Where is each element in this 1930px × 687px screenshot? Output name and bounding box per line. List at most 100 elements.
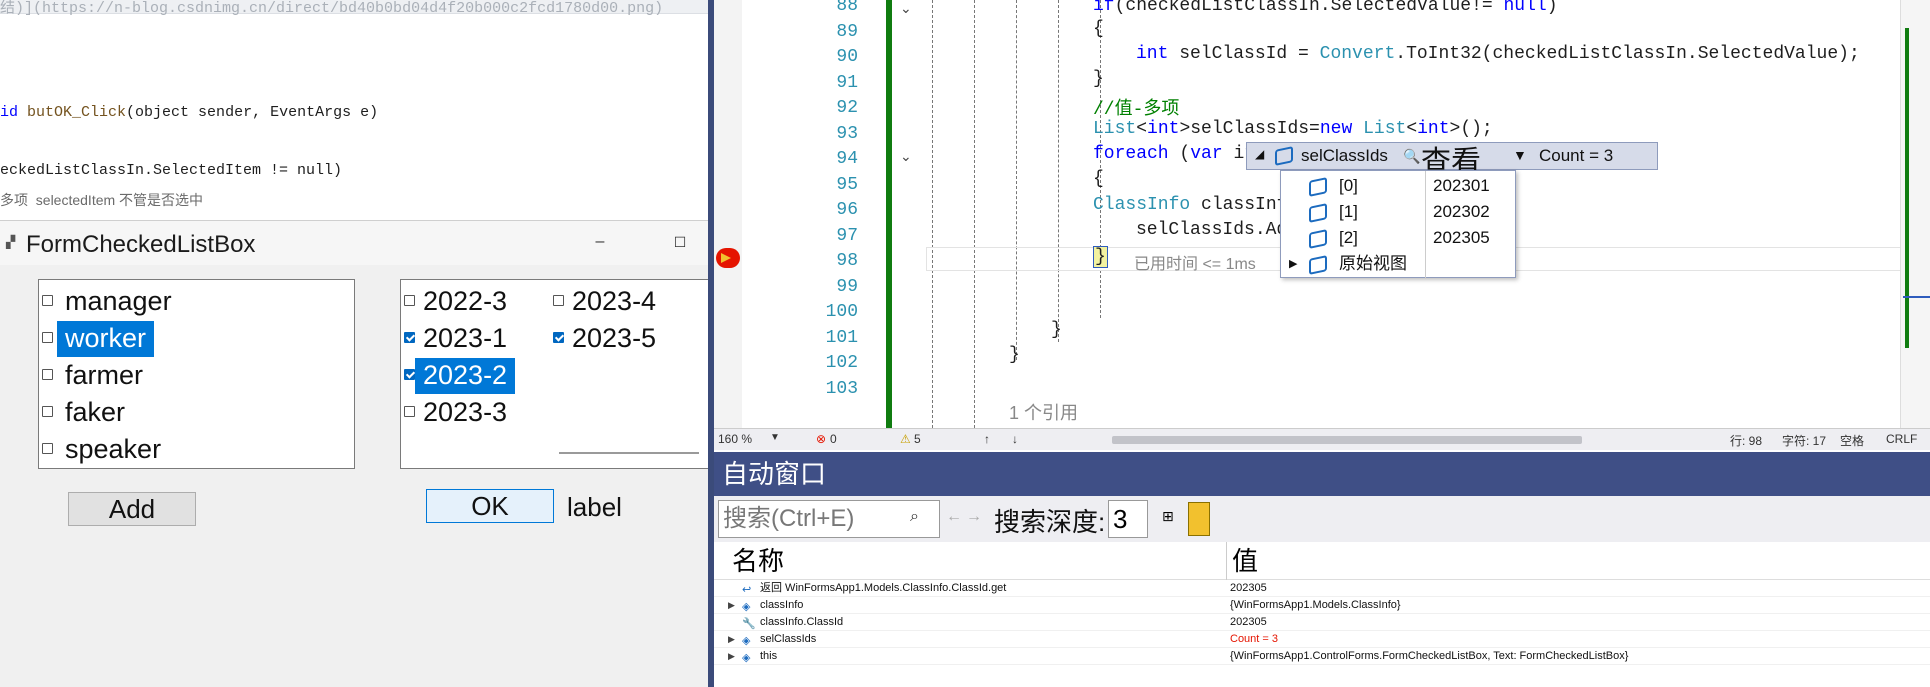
autos-row-name: 返回 WinFormsApp1.Models.ClassInfo.ClassId… xyxy=(760,582,1007,594)
autos-row-name: classInfo xyxy=(760,599,804,611)
dropdown-arrow-icon[interactable]: ▼ xyxy=(1513,147,1527,163)
object-icon xyxy=(1275,145,1293,166)
code-line-condition: eckedListClassIn.SelectedItem != null) xyxy=(0,162,343,179)
checkbox[interactable] xyxy=(42,295,53,306)
magnifier-icon[interactable]: 🔍 xyxy=(1403,148,1420,165)
line-number: 91 xyxy=(836,72,858,93)
datatip-item-value: 202302 xyxy=(1433,202,1490,221)
indent-guide xyxy=(1016,0,1017,360)
indent-guide xyxy=(932,0,933,428)
hex-display-icon[interactable] xyxy=(1188,502,1210,536)
checkbox[interactable] xyxy=(404,295,415,306)
line-number: 90 xyxy=(836,47,858,67)
line-number: 98 xyxy=(836,251,858,271)
method-params: (object sender, EventArgs e) xyxy=(126,104,379,121)
minimize-button[interactable]: – xyxy=(580,227,620,257)
search-depth-select[interactable]: 3 xyxy=(1108,500,1148,538)
keyword: id xyxy=(0,104,28,121)
codelens-references[interactable]: 1 个引用 xyxy=(1009,399,1078,425)
expand-arrow-icon[interactable]: ▶ xyxy=(728,648,735,665)
back-arrow-icon[interactable]: ← xyxy=(946,508,962,526)
autos-rows: ↩ 返回 WinFormsApp1.Models.ClassInfo.ClassI… xyxy=(714,580,1930,687)
horizontal-scrollbar[interactable] xyxy=(1112,436,1582,444)
vertical-scrollbar[interactable] xyxy=(1900,0,1930,428)
datatip-item-row[interactable]: [0] 202301 xyxy=(1281,173,1517,199)
line-number: 92 xyxy=(836,98,858,118)
collapse-chevron-icon[interactable]: ⌄ xyxy=(900,148,912,165)
autos-row[interactable]: ▶ ◈ selClassIds Count = 3 xyxy=(714,631,1930,648)
collapse-arrow-icon[interactable]: ◢ xyxy=(1255,147,1264,161)
checkbox[interactable] xyxy=(42,332,53,343)
nav-up-icon[interactable]: ↑ xyxy=(984,432,990,446)
indent-guide xyxy=(1058,0,1059,342)
expand-arrow-icon[interactable]: ▶ xyxy=(728,631,735,648)
zoom-level[interactable]: 160 % xyxy=(718,432,752,446)
search-input[interactable]: 搜索(Ctrl+E) xyxy=(718,500,940,538)
error-count[interactable]: 0 xyxy=(830,432,837,446)
checkbox[interactable] xyxy=(553,332,564,343)
column-value-header[interactable]: 值 xyxy=(1232,542,1258,580)
column-divider[interactable] xyxy=(1226,542,1227,580)
breakpoint-margin[interactable] xyxy=(714,0,742,430)
checkbox[interactable] xyxy=(404,406,415,417)
datatip-variable-name: selClassIds xyxy=(1301,146,1388,165)
markdown-url-bar: 结)](https://n-blog.csdnimg.cn/direct/bd4… xyxy=(0,0,708,17)
search-icon[interactable]: ⌕ xyxy=(910,508,919,526)
autos-row[interactable]: ▶ ◈ this {WinFormsApp1.ControlForms.FormChe… xyxy=(714,648,1930,665)
horizontal-scrollbar[interactable] xyxy=(559,452,699,454)
code-line-101: } xyxy=(1051,320,1062,340)
maximize-button[interactable]: ☐ xyxy=(660,227,700,257)
checkbox[interactable] xyxy=(42,369,53,380)
breakpoint-icon[interactable] xyxy=(716,248,740,268)
ok-button[interactable]: OK xyxy=(426,489,554,523)
form-titlebar[interactable]: ▞ FormCheckedListBox – ☐ xyxy=(0,221,708,265)
chevron-down-icon[interactable]: ▼ xyxy=(770,432,780,443)
warning-count[interactable]: 5 xyxy=(914,432,921,446)
autos-row[interactable]: ↩ 返回 WinFormsApp1.Models.ClassInfo.ClassI… xyxy=(714,580,1930,597)
autos-row-value[interactable]: {WinFormsApp1.Models.ClassInfo} xyxy=(1230,597,1401,614)
datatip-item-row[interactable]: [2] 202305 xyxy=(1281,225,1517,251)
datatip-raw-view-row[interactable]: ▶ 原始视图 xyxy=(1281,251,1517,277)
checkbox-label: worker xyxy=(57,321,155,357)
collapse-chevron-icon[interactable]: ⌄ xyxy=(900,0,912,17)
code-line-93: List<int>selClassIds=new List<int>(); xyxy=(1093,119,1493,139)
forward-arrow-icon[interactable]: → xyxy=(966,508,982,526)
expand-arrow-icon[interactable]: ▶ xyxy=(728,597,735,614)
autos-row-value[interactable]: 202305 xyxy=(1230,614,1267,631)
pin-icon[interactable]: ⊞ xyxy=(1162,508,1174,525)
cursor-line: 行: 98 xyxy=(1730,434,1763,448)
warning-icon[interactable]: ⚠ xyxy=(900,432,911,446)
nav-down-icon[interactable]: ↓ xyxy=(1012,432,1018,446)
autos-row[interactable]: 🔧 classInfo.ClassId 202305 xyxy=(714,614,1930,631)
add-button[interactable]: Add xyxy=(68,492,196,526)
autos-row[interactable]: ▶ ◈ classInfo {WinFormsApp1.Models.ClassInf… xyxy=(714,597,1930,614)
code-line-90: int selClassId = Convert.ToInt32(checked… xyxy=(1136,44,1860,64)
autos-row-value[interactable]: 202305 xyxy=(1230,580,1267,597)
checkbox[interactable] xyxy=(42,406,53,417)
object-icon xyxy=(1309,251,1327,277)
code-line-89: { xyxy=(1093,19,1104,39)
column-name-header[interactable]: 名称 xyxy=(732,542,784,580)
checkbox[interactable] xyxy=(42,443,53,454)
checkbox[interactable] xyxy=(553,295,564,306)
object-icon xyxy=(1309,199,1327,225)
datatip-header[interactable]: ◢ selClassIds 🔍 查看 ▼ Count = 3 xyxy=(1246,142,1658,179)
datatip-item-row[interactable]: [1] 202302 xyxy=(1281,199,1517,225)
checkbox[interactable] xyxy=(404,369,415,380)
expand-arrow-icon[interactable]: ▶ xyxy=(1289,251,1297,277)
object-icon: ◈ xyxy=(742,652,751,664)
code-line-95: { xyxy=(1093,169,1104,189)
error-icon[interactable]: ⊗ xyxy=(816,432,826,446)
whitespace-mode[interactable]: 空格 xyxy=(1840,432,1864,449)
datatip-item-index: [0] xyxy=(1339,176,1358,195)
autos-row-value[interactable]: Count = 3 xyxy=(1230,631,1278,648)
autos-row-value[interactable]: {WinFormsApp1.ControlForms.FormCheckedLi… xyxy=(1230,648,1628,665)
line-ending[interactable]: CRLF xyxy=(1886,432,1917,446)
autos-toolbar: 搜索(Ctrl+E) ⌕ ← → 搜索深度: 3 ⊞ xyxy=(714,496,1930,542)
checkbox-label: 2023-2 xyxy=(415,358,516,394)
checked-list-classes[interactable]: 2022-3 2023-1 2023-2 2023-3 2023-4 2023-5 xyxy=(400,279,708,469)
checked-list-roles[interactable]: manager worker farmer faker speaker xyxy=(38,279,355,469)
autos-row-name: selClassIds xyxy=(760,633,817,645)
cursor-char: 字符: 17 xyxy=(1782,434,1827,448)
checkbox[interactable] xyxy=(404,332,415,343)
